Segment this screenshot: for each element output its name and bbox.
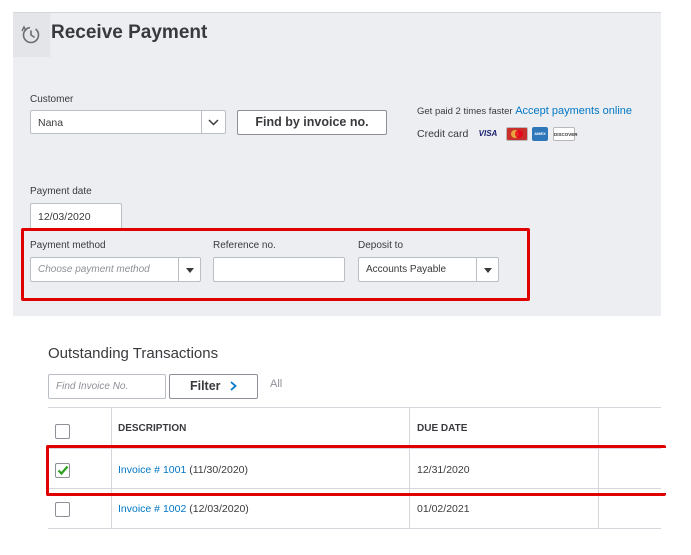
find-invoice-input[interactable]: Find Invoice No. — [48, 374, 166, 399]
column-header-due-date: DUE DATE — [417, 423, 468, 434]
row-description: Invoice # 1002 (12/03/2020) — [118, 503, 249, 515]
payment-fields-highlight — [21, 228, 530, 301]
filter-label: Filter — [189, 379, 221, 393]
customer-dropdown-toggle[interactable] — [201, 111, 225, 133]
selected-row-highlight — [46, 445, 666, 496]
invoice-link[interactable]: Invoice # 1002 — [118, 503, 186, 515]
row-checkbox[interactable] — [55, 502, 70, 517]
column-header-description: DESCRIPTION — [118, 423, 187, 434]
visa-icon: VISA — [478, 129, 498, 138]
payment-clock-icon — [21, 25, 40, 44]
row-due-date: 01/02/2021 — [417, 503, 470, 515]
page-title: Receive Payment — [51, 22, 208, 43]
find-by-invoice-button[interactable]: Find by invoice no. — [237, 110, 387, 135]
customer-label: Customer — [30, 94, 74, 105]
filter-button[interactable]: Filter — [169, 374, 258, 399]
table-bottom-rule — [48, 528, 661, 529]
outstanding-transactions-title: Outstanding Transactions — [48, 345, 219, 362]
amex-icon: AMEX — [532, 127, 548, 141]
chevron-right-icon — [230, 381, 237, 391]
payment-date-input[interactable]: 12/03/2020 — [30, 203, 122, 229]
title-icon-strip — [13, 13, 50, 57]
payment-date-value: 12/03/2020 — [38, 211, 91, 223]
discover-icon: DISCOVER — [553, 127, 578, 141]
mastercard-icon — [506, 127, 528, 141]
accept-payments-promo: Get paid 2 times faster Accept payments … — [417, 105, 632, 117]
customer-select[interactable]: Nana — [30, 110, 226, 134]
find-invoice-placeholder: Find Invoice No. — [56, 381, 129, 392]
payment-date-label: Payment date — [30, 186, 92, 197]
invoice-date: (12/03/2020) — [189, 503, 249, 515]
customer-value: Nana — [38, 117, 64, 129]
credit-card-label: Credit card — [417, 128, 469, 140]
select-all-checkbox[interactable] — [55, 424, 70, 439]
accept-payments-link[interactable]: Accept payments online — [515, 105, 632, 117]
filter-scope: All — [270, 378, 283, 390]
table-top-rule — [48, 407, 661, 408]
chevron-down-icon — [208, 119, 219, 126]
promo-text: Get paid 2 times faster — [417, 106, 513, 117]
